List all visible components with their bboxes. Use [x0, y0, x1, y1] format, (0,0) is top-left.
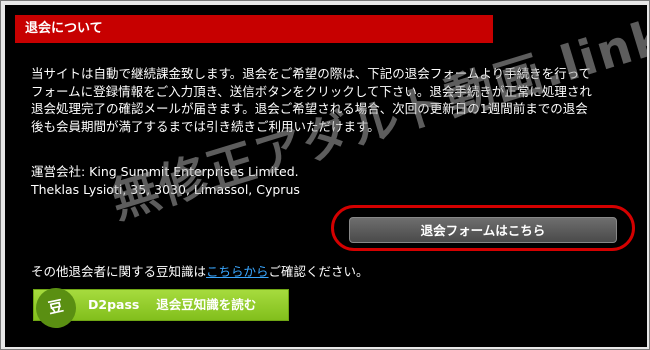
intro-text: 当サイトは自動で継続課金致します。退会をご希望の際は、下記の退会フォームより手続… — [31, 65, 647, 135]
intro-line: 後も会員期間が満了するまでは引き続きご利用いただけます。 — [31, 118, 380, 134]
trivia-line: その他退会者に関する豆知識はこちらからご確認ください。 — [31, 263, 369, 280]
bean-icon: 豆 — [32, 284, 80, 332]
banner-label: D2pass 退会豆知識を読む — [88, 297, 257, 312]
trivia-link[interactable]: こちらから — [206, 264, 269, 279]
company-info: 運営会社: King Summit Enterprises Limited. T… — [31, 163, 300, 199]
section-header: 退会について — [15, 15, 493, 43]
d2pass-trivia-banner[interactable]: 豆 D2pass 退会豆知識を読む — [32, 284, 289, 332]
trivia-suffix: ご確認ください。 — [268, 264, 369, 279]
unsubscribe-form-button[interactable]: 退会フォームはこちら — [349, 217, 617, 243]
unsubscribe-panel: 退会について 当サイトは自動で継続課金致します。退会をご希望の際は、下記の退会フ… — [5, 5, 647, 347]
company-name: 運営会社: King Summit Enterprises Limited. — [31, 164, 299, 179]
trivia-prefix: その他退会者に関する豆知識は — [31, 264, 207, 279]
intro-line: 退会処理完了の確認メールが届きます。退会ご希望される場合、次回の更新日の1週間前… — [31, 101, 588, 116]
intro-line: 当サイトは自動で継続課金致します。退会をご希望の際は、下記の退会フォームより手続… — [31, 66, 592, 81]
screenshot-frame: 退会について 当サイトは自動で継続課金致します。退会をご希望の際は、下記の退会フ… — [0, 0, 650, 350]
intro-line: フォームに登録情報をご入力頂き、送信ボタンをクリックして下さい。退会手続きが正常… — [31, 83, 592, 99]
company-address: Theklas Lysioti, 35, 3030, Limassol, Cyp… — [31, 182, 300, 197]
